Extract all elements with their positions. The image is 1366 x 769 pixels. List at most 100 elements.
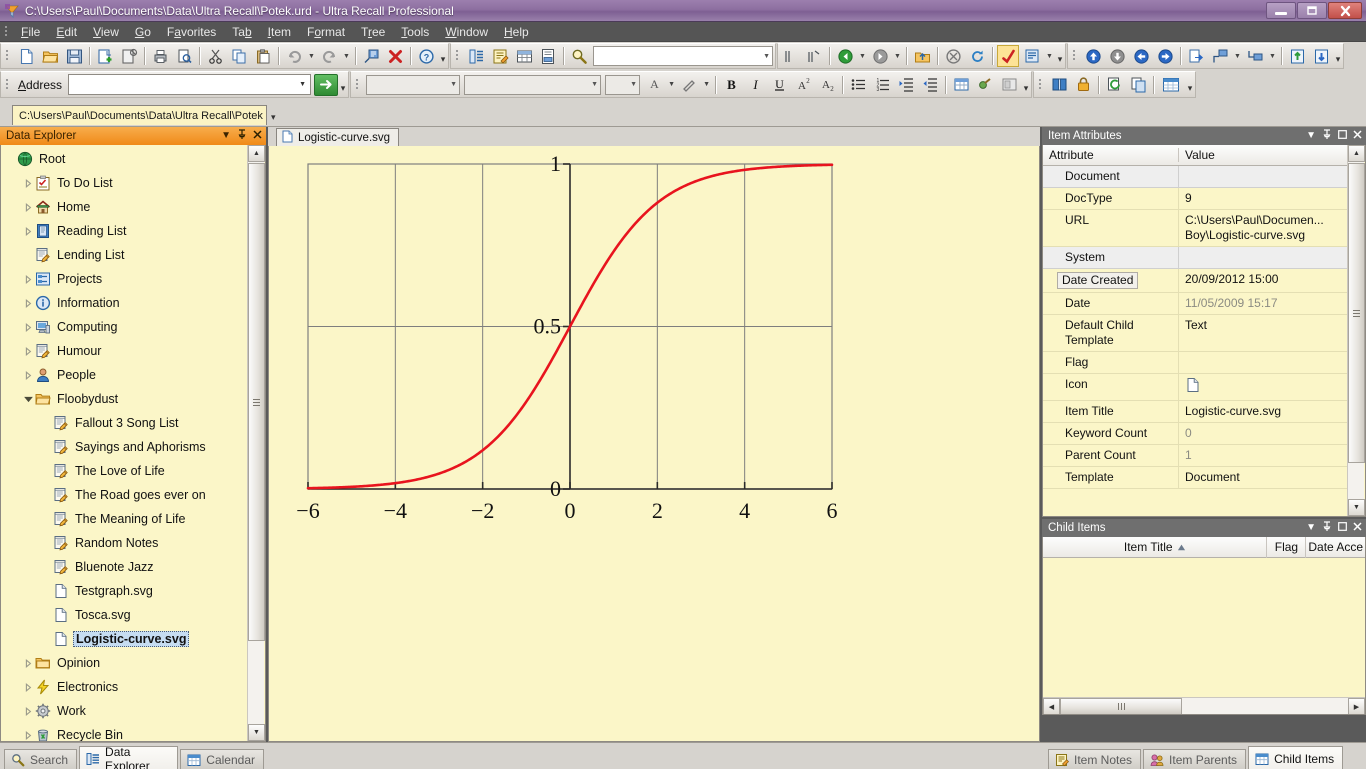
sync-icon[interactable] <box>1103 74 1125 96</box>
menu-file[interactable]: File <box>13 23 48 41</box>
tree-item[interactable]: The Road goes ever on <box>1 483 249 507</box>
insert-object-icon[interactable] <box>998 74 1020 96</box>
attribute-value[interactable]: Document <box>1179 467 1347 488</box>
indent-dropdown-icon[interactable]: ▼ <box>1232 45 1243 67</box>
scroll-left-arrow[interactable]: ◀ <box>1043 698 1060 714</box>
tree-item[interactable]: Information <box>1 291 249 315</box>
menu-tools[interactable]: Tools <box>393 23 437 41</box>
maximize-icon[interactable] <box>1338 522 1347 534</box>
number-list-icon[interactable]: 123 <box>871 74 893 96</box>
scroll-thumb[interactable] <box>1060 698 1182 714</box>
open-folder-icon[interactable] <box>39 45 61 67</box>
close-icon[interactable] <box>1353 130 1362 142</box>
attribute-row[interactable]: System <box>1043 247 1347 269</box>
tree-expander-icon[interactable] <box>23 178 34 189</box>
indent-less-icon[interactable] <box>919 74 941 96</box>
stop-icon[interactable] <box>942 45 964 67</box>
address-input[interactable]: ▼ <box>68 74 312 95</box>
print-icon[interactable] <box>149 45 171 67</box>
attribute-value[interactable] <box>1179 352 1347 373</box>
up-one-level-icon[interactable] <box>911 45 933 67</box>
menu-edit[interactable]: Edit <box>48 23 85 41</box>
pin-icon[interactable] <box>1322 521 1332 535</box>
insert-link-icon[interactable] <box>974 74 996 96</box>
tab-search[interactable]: Search <box>4 749 78 769</box>
toolbar-gripper[interactable] <box>1071 48 1079 64</box>
menu-help[interactable]: Help <box>496 23 537 41</box>
chevron-down-icon[interactable]: ▼ <box>626 81 637 88</box>
attribute-row[interactable]: DocType 9 <box>1043 188 1347 210</box>
toolbar-overflow-icon[interactable]: ▾ <box>1333 45 1343 67</box>
tree-expander-icon[interactable] <box>23 346 34 357</box>
tree-item[interactable]: Home <box>1 195 249 219</box>
tree-expander-icon[interactable] <box>23 394 34 405</box>
toolbar-gripper[interactable] <box>4 48 12 64</box>
attribute-row[interactable]: Parent Count 1 <box>1043 445 1347 467</box>
insert-item-icon[interactable] <box>360 45 382 67</box>
attribute-value[interactable]: Text <box>1179 315 1347 351</box>
attribute-row[interactable]: Default Child Template Text <box>1043 315 1347 352</box>
menu-go[interactable]: Go <box>127 23 159 41</box>
toolbar-overflow-icon[interactable]: ▾ <box>438 45 448 67</box>
toolbar-overflow-icon[interactable]: ▾ <box>1185 74 1195 96</box>
tree-expander-icon[interactable] <box>5 154 16 165</box>
save-icon[interactable] <box>63 45 85 67</box>
back-dropdown-icon[interactable]: ▼ <box>857 45 868 67</box>
tree-expander-icon[interactable] <box>41 538 52 549</box>
tree-item[interactable]: The Meaning of Life <box>1 507 249 531</box>
tree-expander-icon[interactable] <box>23 706 34 717</box>
attribute-row[interactable]: Item Title Logistic-curve.svg <box>1043 401 1347 423</box>
redo-icon[interactable] <box>318 45 340 67</box>
chevron-down-icon[interactable]: ▼ <box>299 81 308 88</box>
calendar-icon[interactable] <box>1158 74 1184 96</box>
menu-favorites[interactable]: Favorites <box>159 23 224 41</box>
indent-more-icon[interactable] <box>895 74 917 96</box>
redo-dropdown-icon[interactable]: ▼ <box>341 45 352 67</box>
find-next-icon[interactable] <box>803 45 825 67</box>
close-icon[interactable] <box>1353 522 1362 534</box>
pin-icon[interactable] <box>1322 129 1332 143</box>
tree-item[interactable]: To Do List <box>1 171 249 195</box>
tree-expander-icon[interactable] <box>41 466 52 477</box>
tab-child-items[interactable]: Child Items <box>1248 746 1344 769</box>
menu-format[interactable]: Format <box>299 23 353 41</box>
undo-dropdown-icon[interactable]: ▼ <box>306 45 317 67</box>
pane-icon[interactable] <box>1021 45 1043 67</box>
attribute-row[interactable]: Date 11/05/2009 15:17 <box>1043 293 1347 315</box>
tree-item[interactable]: Sayings and Aphorisms <box>1 435 249 459</box>
tree-item[interactable]: Tosca.svg <box>1 603 249 627</box>
tree-item[interactable]: People <box>1 363 249 387</box>
tree-item[interactable]: Humour <box>1 339 249 363</box>
print-preview-icon[interactable] <box>173 45 195 67</box>
menu-item[interactable]: Item <box>260 23 299 41</box>
minimize-button[interactable] <box>1266 2 1296 19</box>
attribute-value[interactable]: 1 <box>1179 445 1347 466</box>
attribute-row[interactable]: Document <box>1043 166 1347 188</box>
toolbar-gripper[interactable] <box>1037 77 1045 93</box>
font-color-dropdown-icon[interactable]: ▼ <box>666 74 677 96</box>
data-explorer-scrollbar[interactable]: ▲ ▼ <box>247 145 265 741</box>
export-icon[interactable] <box>1185 45 1207 67</box>
tree-expander-icon[interactable] <box>23 682 34 693</box>
close-icon[interactable] <box>253 130 262 142</box>
italic-icon[interactable]: I <box>744 74 766 96</box>
tree-expander-icon[interactable] <box>41 418 52 429</box>
delete-icon[interactable] <box>384 45 406 67</box>
attribute-value[interactable]: 9 <box>1179 188 1347 209</box>
column-header-flag[interactable]: Flag <box>1267 537 1307 558</box>
scroll-down-arrow[interactable]: ▼ <box>1348 499 1365 516</box>
indent-icon[interactable] <box>1209 45 1231 67</box>
database-tab-overflow-icon[interactable]: ▾ <box>271 106 276 126</box>
move-down-icon[interactable] <box>1106 45 1128 67</box>
chevron-down-icon[interactable]: ▼ <box>759 53 770 60</box>
attribute-value[interactable] <box>1179 374 1347 400</box>
attribute-value[interactable] <box>1179 247 1347 268</box>
item-attributes-scrollbar[interactable]: ▲ ▼ <box>1347 145 1365 516</box>
toolbar-overflow-icon[interactable]: ▾ <box>338 74 348 96</box>
toolbar-gripper[interactable] <box>454 48 462 64</box>
tree-item[interactable]: Fallout 3 Song List <box>1 411 249 435</box>
pin-icon[interactable] <box>237 129 247 143</box>
dictionary-icon[interactable] <box>1048 74 1070 96</box>
back-icon[interactable] <box>834 45 856 67</box>
tab-item-notes[interactable]: Item Notes <box>1048 749 1142 769</box>
